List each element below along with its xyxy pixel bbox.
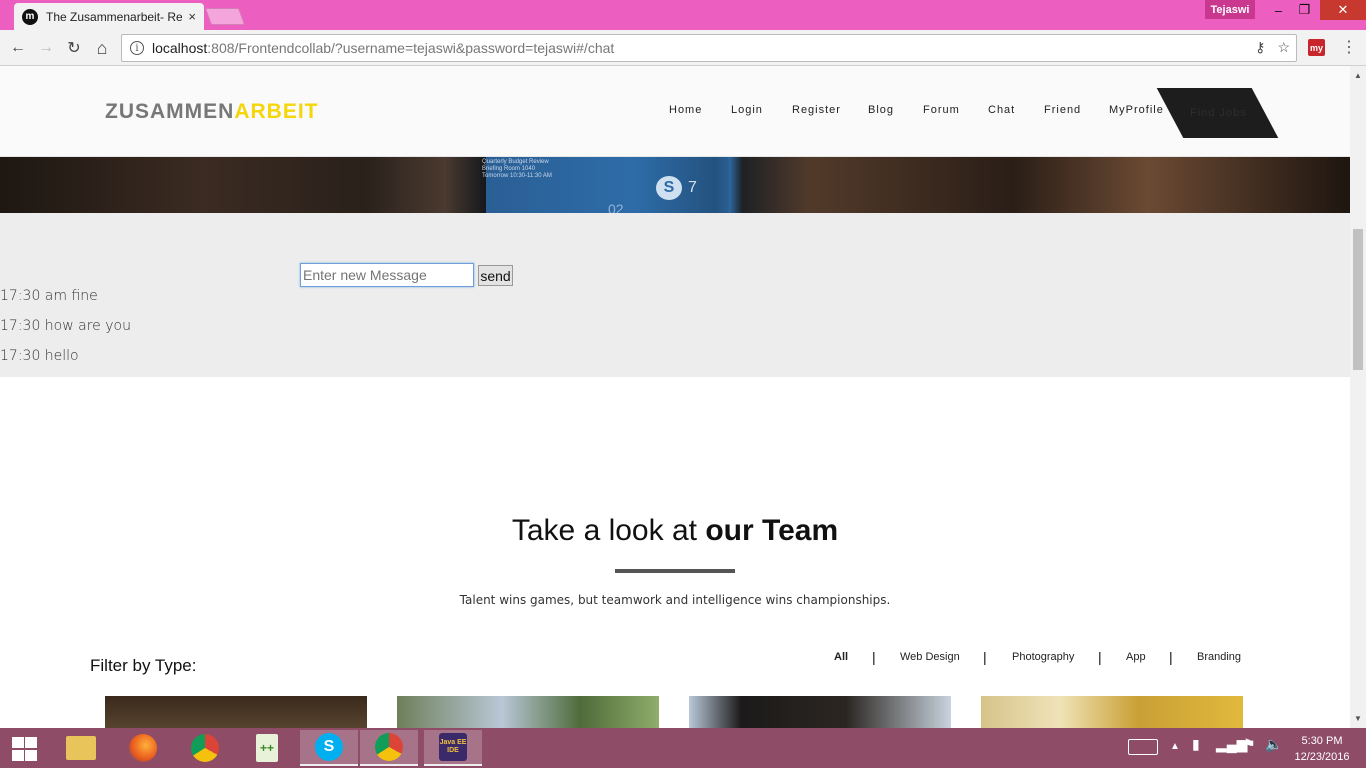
site-logo[interactable]: ZUSAMMENARBEIT	[105, 100, 319, 124]
filter-photography[interactable]: Photography	[1012, 651, 1074, 663]
forward-arrow-icon[interactable]: →	[35, 37, 57, 59]
new-tab-button[interactable]	[204, 8, 246, 25]
bookmark-star-icon[interactable]: ☆	[1277, 39, 1290, 56]
skype-tile-icon: S	[656, 176, 682, 200]
team-photo[interactable]	[689, 696, 951, 728]
title-divider	[615, 569, 735, 573]
taskbar-firefox[interactable]	[114, 730, 172, 766]
nav-register[interactable]: Register	[792, 104, 841, 116]
filter-branding[interactable]: Branding	[1197, 651, 1241, 663]
scroll-up-icon[interactable]: ▲	[1354, 71, 1362, 80]
team-photo[interactable]	[105, 696, 367, 728]
team-section-title: Take a look at our Team	[0, 514, 1350, 548]
phone-screen-text: Quarterly Budget Review Briefing Room 10…	[482, 159, 552, 179]
folder-icon	[66, 736, 96, 760]
message-input[interactable]	[300, 263, 474, 287]
keyboard-icon[interactable]	[1128, 739, 1158, 755]
minimize-icon[interactable]: –	[1265, 0, 1292, 20]
site-header: ZUSAMMENARBEIT Home Login Register Blog …	[0, 66, 1350, 157]
maximize-icon[interactable]: ❐	[1291, 0, 1318, 20]
chat-message: 17:30 hello	[0, 348, 79, 364]
taskbar-chrome[interactable]	[176, 730, 234, 766]
chat-message: 17:30 how are you	[0, 318, 131, 334]
filter-app[interactable]: App	[1126, 651, 1146, 663]
windows-start-icon[interactable]	[10, 737, 38, 761]
team-subtitle: Talent wins games, but teamwork and inte…	[459, 593, 891, 607]
extension-icon[interactable]: my	[1308, 39, 1325, 56]
action-center-flag-icon[interactable]: ⚑	[1243, 736, 1256, 753]
browser-tab-active[interactable]: m The Zusammenarbeit- Re ×	[14, 3, 204, 30]
team-photo[interactable]	[397, 696, 659, 728]
nav-forum[interactable]: Forum	[923, 104, 960, 116]
filter-all[interactable]: All	[834, 651, 848, 663]
page-viewport: ZUSAMMENARBEIT Home Login Register Blog …	[0, 66, 1350, 728]
filter-separator: |	[872, 649, 876, 665]
chat-message: 17:30 am fine	[0, 288, 98, 304]
url-path: :808/Frontendcollab/?username=tejaswi&pa…	[207, 40, 615, 56]
filter-separator: |	[1098, 649, 1102, 665]
phone-tile-number: 7	[688, 179, 697, 196]
nav-myprofile[interactable]: MyProfile	[1109, 104, 1164, 116]
notepad-plus-plus-icon: ++	[256, 734, 278, 762]
nav-home[interactable]: Home	[669, 104, 702, 116]
chrome-icon	[191, 734, 219, 762]
logo-part-2: ARBEIT	[234, 100, 319, 123]
system-clock[interactable]: 5:30 PM 12/23/2016	[1292, 733, 1352, 765]
team-title-plain: Take a look at	[511, 514, 706, 547]
filter-separator: |	[1169, 649, 1173, 665]
send-button[interactable]: send	[478, 265, 513, 286]
taskbar-skype[interactable]: S	[300, 730, 358, 766]
battery-icon[interactable]: ▮	[1192, 736, 1200, 753]
back-arrow-icon[interactable]: ←	[7, 37, 29, 59]
browser-menu-icon[interactable]: ⋮	[1341, 37, 1357, 57]
browser-toolbar: ← → ↻ ⌂ i localhost :808/Frontendcollab/…	[0, 30, 1366, 66]
chat-section: send 17:30 am fine 17:30 how are you 17:…	[0, 213, 1350, 377]
nav-blog[interactable]: Blog	[868, 104, 894, 116]
hero-image: Quarterly Budget Review Briefing Room 10…	[0, 157, 1350, 217]
address-bar[interactable]: i localhost :808/Frontendcollab/?usernam…	[121, 34, 1297, 62]
site-info-icon[interactable]: i	[130, 41, 144, 55]
close-window-icon[interactable]: ✕	[1320, 0, 1366, 20]
tray-expand-icon[interactable]: ▲	[1170, 741, 1180, 752]
firefox-icon	[129, 734, 157, 762]
logo-part-1: ZUSAMMEN	[105, 100, 235, 123]
tab-close-icon[interactable]: ×	[188, 9, 196, 24]
team-title-bold: our Team	[705, 514, 839, 547]
site-favicon-icon: m	[22, 8, 38, 25]
filter-label: Filter by Type:	[90, 656, 197, 675]
clock-time: 5:30 PM	[1301, 735, 1343, 747]
eclipse-ide-icon: Java EE IDE	[439, 733, 467, 761]
scrollbar-thumb[interactable]	[1353, 229, 1363, 370]
url-host: localhost	[152, 40, 208, 56]
taskbar-java-ee-ide[interactable]: Java EE IDE	[424, 730, 482, 766]
key-icon[interactable]: ⚷	[1255, 39, 1265, 56]
volume-icon[interactable]: 🔈	[1265, 736, 1282, 753]
chrome-icon	[375, 733, 403, 761]
taskbar-chrome-active[interactable]	[360, 730, 418, 766]
nav-find-jobs[interactable]: Find Jobs	[1190, 107, 1247, 119]
taskbar-file-explorer[interactable]	[52, 730, 110, 766]
nav-login[interactable]: Login	[731, 104, 763, 116]
page-scrollbar[interactable]: ▲ ▼	[1350, 66, 1366, 728]
filter-separator: |	[983, 649, 987, 665]
team-photo[interactable]	[981, 696, 1243, 728]
scroll-down-icon[interactable]: ▼	[1354, 714, 1362, 723]
filter-web-design[interactable]: Web Design	[900, 651, 960, 663]
browser-title-bar: m The Zusammenarbeit- Re × Tejaswi – ❐ ✕	[0, 0, 1366, 30]
home-icon[interactable]: ⌂	[91, 37, 113, 59]
profile-name-badge[interactable]: Tejaswi	[1205, 0, 1255, 19]
clock-date: 12/23/2016	[1294, 751, 1350, 763]
nav-chat[interactable]: Chat	[988, 104, 1015, 116]
windows-taskbar: ++ S Java EE IDE ▲ ▮ ▂▄▆ ⚑ 🔈 5:30 PM 12/…	[0, 728, 1366, 768]
taskbar-notepad-plus-plus[interactable]: ++	[238, 730, 296, 766]
skype-icon: S	[315, 733, 343, 761]
nav-friend[interactable]: Friend	[1044, 104, 1081, 116]
reload-icon[interactable]: ↻	[63, 37, 85, 59]
tab-title: The Zusammenarbeit- Re	[46, 9, 183, 24]
